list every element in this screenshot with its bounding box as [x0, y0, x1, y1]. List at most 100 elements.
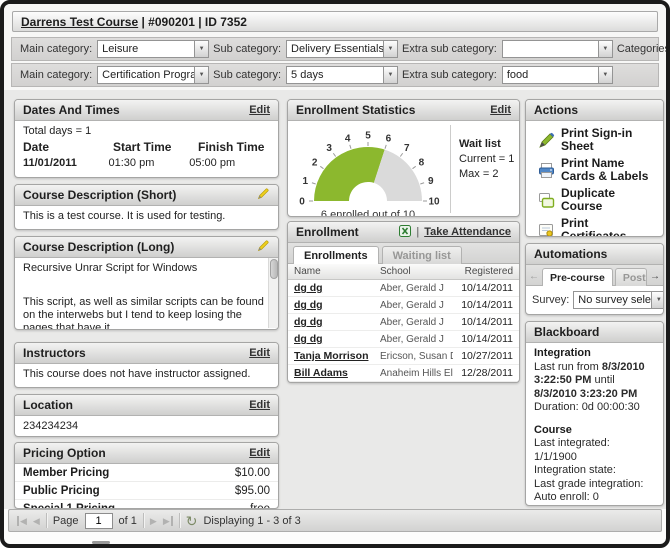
date-column-header: Date — [23, 140, 113, 154]
take-attendance-link[interactable]: Take Attendance — [424, 226, 511, 238]
last-run-text: Last run from 8/3/2010 3:22:50 PM until … — [534, 361, 655, 402]
edit-dates-link[interactable]: Edit — [249, 104, 270, 116]
pricing-value: $10.00 — [235, 467, 270, 479]
chevron-down-icon[interactable]: ▼ — [383, 66, 398, 84]
edit-instructors-link[interactable]: Edit — [249, 347, 270, 359]
tab-waiting-list[interactable]: Waiting list — [382, 246, 462, 264]
enrollee-name-link[interactable]: dg dg — [294, 282, 380, 294]
course-title-link[interactable]: Darrens Test Course — [21, 15, 138, 29]
enrollee-name-link[interactable]: dg dg — [294, 333, 380, 345]
enrollment-tabs: Enrollments Waiting list — [288, 243, 519, 264]
panel-title: Actions — [534, 103, 578, 117]
export-excel-icon[interactable] — [399, 225, 411, 240]
survey-value: No survey sele — [573, 291, 651, 309]
chevron-down-icon[interactable]: ▼ — [598, 40, 613, 58]
chevron-down-icon[interactable]: ▼ — [383, 40, 398, 58]
enrollee-name-link[interactable]: dg dg — [294, 316, 380, 328]
edit-pricing-link[interactable]: Edit — [249, 447, 270, 459]
panel-title: Pricing Option — [23, 446, 106, 460]
duplicate-course-action[interactable]: Duplicate Course — [528, 185, 661, 215]
page-number-input[interactable] — [85, 513, 113, 529]
main-category-select-2[interactable]: Certification Programs ▼ — [97, 66, 209, 84]
automations-panel: Automations ← Pre-course Post- → Survey:… — [525, 243, 664, 315]
chevron-down-icon[interactable]: ▼ — [194, 66, 209, 84]
extra-sub-category-value — [502, 40, 598, 58]
table-row[interactable]: Bill Adams Anaheim Hills Ele... 12/28/20… — [288, 365, 519, 382]
course-info-line: Auto enroll: 0 — [534, 491, 655, 505]
tab-post-course[interactable]: Post- — [615, 268, 647, 286]
edit-pencil-icon[interactable] — [257, 187, 270, 203]
edit-stats-link[interactable]: Edit — [490, 104, 511, 116]
desc-long-header: Course Description (Long) — [15, 237, 278, 258]
enrollee-name-link[interactable]: Bill Adams — [294, 367, 380, 379]
categories-label: Categories: — [617, 43, 670, 55]
table-row[interactable]: dg dg Aber, Gerald J 10/14/2011 — [288, 314, 519, 331]
scrollbar-thumb[interactable] — [270, 259, 278, 279]
prev-page-button[interactable]: ◀ — [33, 516, 40, 526]
pricing-label: Public Pricing — [23, 485, 100, 497]
edit-pencil-icon[interactable] — [257, 239, 270, 255]
tab-enrollments[interactable]: Enrollments — [293, 246, 379, 264]
table-row[interactable]: dg dg Aber, Gerald J 10/14/2011 — [288, 297, 519, 314]
sub-category-select-2[interactable]: 5 days ▼ — [286, 66, 398, 84]
tab-pre-course[interactable]: Pre-course — [542, 268, 613, 286]
print-signin-sheet-action[interactable]: Print Sign-in Sheet — [528, 125, 661, 155]
date-value: 11/01/2011 — [23, 157, 109, 169]
tab-scroll-right-icon[interactable]: → — [649, 271, 661, 285]
print-certificates-action[interactable]: Print Certificates — [528, 215, 661, 237]
first-page-button[interactable]: ◀ — [17, 516, 27, 526]
survey-select[interactable]: No survey sele ▼ — [573, 291, 664, 309]
window-frame: Darrens Test Course | #090201 | ID 7352 … — [0, 0, 670, 548]
registered-column-header[interactable]: Registered — [453, 266, 513, 277]
next-page-button[interactable]: ▶ — [150, 516, 157, 526]
instructors-panel: Instructors Edit This course does not ha… — [14, 342, 279, 388]
main-category-select-1[interactable]: Leisure ▼ — [97, 40, 209, 58]
page-of-label: of 1 — [119, 515, 137, 527]
waitlist-current: Current = 1 — [459, 152, 519, 167]
enrollee-school: Aber, Gerald J — [380, 317, 453, 328]
svg-text:3: 3 — [326, 143, 332, 154]
enrollee-school: Aber, Gerald J — [380, 300, 453, 311]
extra-sub-category-select-2[interactable]: food ▼ — [502, 66, 613, 84]
extra-sub-category-select-1[interactable]: ▼ — [502, 40, 613, 58]
course-heading: Course — [534, 424, 655, 438]
table-row[interactable]: dg dg Aber, Gerald J 10/14/2011 — [288, 280, 519, 297]
pagination-toolbar: ◀ ◀ Page of 1 ▶ ▶ ↻ Displaying 1 - 3 of … — [8, 509, 662, 532]
svg-text:5: 5 — [365, 131, 371, 142]
enrollee-school: Anaheim Hills Ele... — [380, 368, 453, 379]
svg-text:0: 0 — [299, 197, 305, 207]
last-page-button[interactable]: ▶ — [163, 516, 173, 526]
table-row[interactable]: Tanja Morrison Ericson, Susan D 10/27/20… — [288, 348, 519, 365]
school-column-header[interactable]: School — [380, 266, 453, 277]
scrollbar[interactable] — [268, 258, 278, 328]
extra-sub-category-value: food — [502, 66, 598, 84]
chevron-down-icon[interactable]: ▼ — [598, 66, 613, 84]
chevron-down-icon[interactable]: ▼ — [651, 291, 664, 309]
enrollee-name-link[interactable]: dg dg — [294, 299, 380, 311]
category-row-2: Main category: Certification Programs ▼ … — [11, 63, 659, 87]
enrollee-registered: 10/14/2011 — [453, 299, 513, 311]
displaying-status: Displaying 1 - 3 of 3 — [203, 515, 300, 527]
blackboard-header: Blackboard — [526, 322, 663, 343]
extra-sub-category-label: Extra sub category: — [402, 43, 497, 55]
tab-scroll-left-icon[interactable]: ← — [528, 271, 540, 285]
chevron-down-icon[interactable]: ▼ — [194, 40, 209, 58]
print-name-cards-action[interactable]: Print Name Cards & Labels — [528, 155, 661, 185]
table-row[interactable]: dg dg Aber, Gerald J 10/14/2011 — [288, 331, 519, 348]
name-column-header[interactable]: Name — [294, 266, 380, 277]
resize-handle[interactable] — [92, 541, 110, 544]
certificate-icon — [538, 222, 555, 238]
refresh-icon[interactable]: ↻ — [186, 514, 198, 528]
sub-category-select-1[interactable]: Delivery Essentials On I ▼ — [286, 40, 398, 58]
panel-title: Location — [23, 398, 73, 412]
automations-tabs: ← Pre-course Post- → — [526, 265, 663, 286]
edit-location-link[interactable]: Edit — [249, 399, 270, 411]
pricing-value: $95.00 — [235, 485, 270, 497]
waitlist-summary: Wait list Current = 1 Max = 2 — [450, 125, 519, 213]
panel-title: Enrollment Statistics — [296, 103, 415, 117]
total-days-text: Total days = 1 — [23, 125, 270, 137]
enrollee-name-link[interactable]: Tanja Morrison — [294, 350, 380, 362]
instructors-text: This course does not have instructor ass… — [15, 364, 278, 384]
pricing-row: Special 1 Pricing free — [15, 500, 278, 509]
enrollment-panel: Enrollment | Take Attendance Enrollments… — [287, 221, 520, 383]
